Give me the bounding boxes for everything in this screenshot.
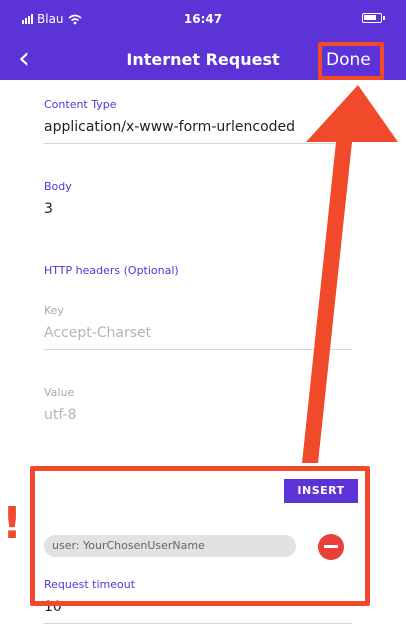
done-highlight-box (318, 42, 384, 80)
arrow-annotation (302, 85, 398, 463)
